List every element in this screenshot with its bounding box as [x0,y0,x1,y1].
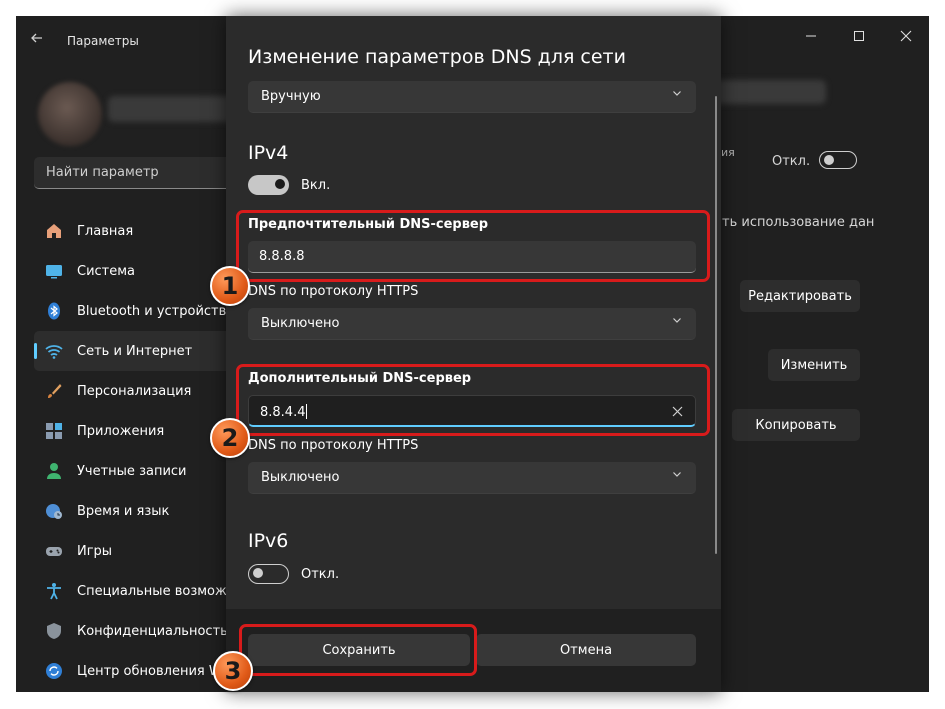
metered-label-partial: ия [721,146,735,159]
apps-icon [44,421,64,441]
chevron-down-icon [672,315,682,328]
bluetooth-icon [44,301,64,321]
ipv4-heading: IPv4 [248,142,289,164]
sidebar-item-label: Центр обновления W [77,663,222,679]
step-badge-1: 1 [210,266,250,306]
preferred-https-select[interactable]: Выключено [248,308,696,340]
data-usage-text: ть использование дан [722,215,875,230]
avatar [38,82,102,146]
globe-clock-icon [44,501,64,521]
change-button[interactable]: Изменить [768,349,860,381]
sidebar-item-label: Приложения [77,423,165,439]
profile-name-blurred [108,96,238,122]
ipv6-toggle-label: Откл. [301,567,340,582]
accessibility-icon [44,581,64,601]
header-blurred [706,80,826,104]
ipv6-toggle[interactable] [248,564,289,584]
sidebar-item-label: Главная [77,223,134,239]
close-icon[interactable] [889,24,923,52]
chevron-down-icon [672,469,682,482]
sidebar-item-label: Система [77,263,136,279]
dns-mode-value: Вручную [261,89,321,104]
toggle-knob [824,155,834,165]
dialog-scrollbar[interactable] [715,96,717,554]
alternate-https-value: Выключено [261,470,340,485]
ipv6-heading: IPv6 [248,530,289,552]
update-icon [44,661,64,681]
sidebar-item-label: Время и язык [77,503,170,519]
sidebar-item-label: Специальные возможно [77,583,244,599]
brush-icon [44,381,64,401]
toggle-state-label: Откл. [772,154,811,169]
gamepad-icon [44,541,64,561]
dns-dialog: Изменение параметров DNS для сети Вручну… [226,16,721,692]
chevron-down-icon [672,88,682,101]
highlight-save-button [239,624,477,676]
active-indicator [34,343,37,359]
person-icon [44,461,64,481]
toggle-knob [253,568,263,578]
home-icon [44,221,64,241]
ipv4-toggle[interactable] [248,175,289,195]
preferred-https-value: Выключено [261,316,340,331]
highlight-preferred-dns [236,210,710,282]
maximize-icon[interactable] [842,24,876,52]
preferred-https-label: DNS по протоколу HTTPS [248,284,419,299]
step-badge-3: 3 [213,651,253,691]
sidebar-item-label: Игры [77,543,113,559]
minimize-icon[interactable] [794,24,828,52]
monitor-icon [44,261,64,281]
sidebar-item-label: Сеть и Интернет [77,343,193,359]
ipv4-toggle-label: Вкл. [301,178,331,193]
toggle-knob [275,179,285,189]
sidebar-item-label: Bluetooth и устройства [77,303,235,319]
metered-toggle[interactable] [819,151,857,169]
app-title: Параметры [67,34,139,48]
highlight-alternate-dns [236,364,710,436]
search-input[interactable] [44,164,238,181]
dialog-title: Изменение параметров DNS для сети [248,46,626,68]
cancel-button[interactable]: Отмена [476,634,696,666]
copy-button[interactable]: Копировать [732,409,860,441]
arrow-left-icon[interactable] [30,30,50,50]
step-badge-2: 2 [210,418,250,458]
wifi-icon [44,341,64,361]
sidebar-item-label: Учетные записи [77,463,187,479]
alternate-https-label: DNS по протоколу HTTPS [248,438,419,453]
search-box[interactable] [34,157,250,189]
edit-button[interactable]: Редактировать [740,280,860,312]
sidebar-item-label: Конфиденциальность и [77,623,241,639]
shield-icon [44,621,64,641]
dns-mode-select[interactable]: Вручную [248,81,696,113]
sidebar-item-label: Персонализация [77,383,192,399]
alternate-https-select[interactable]: Выключено [248,462,696,494]
